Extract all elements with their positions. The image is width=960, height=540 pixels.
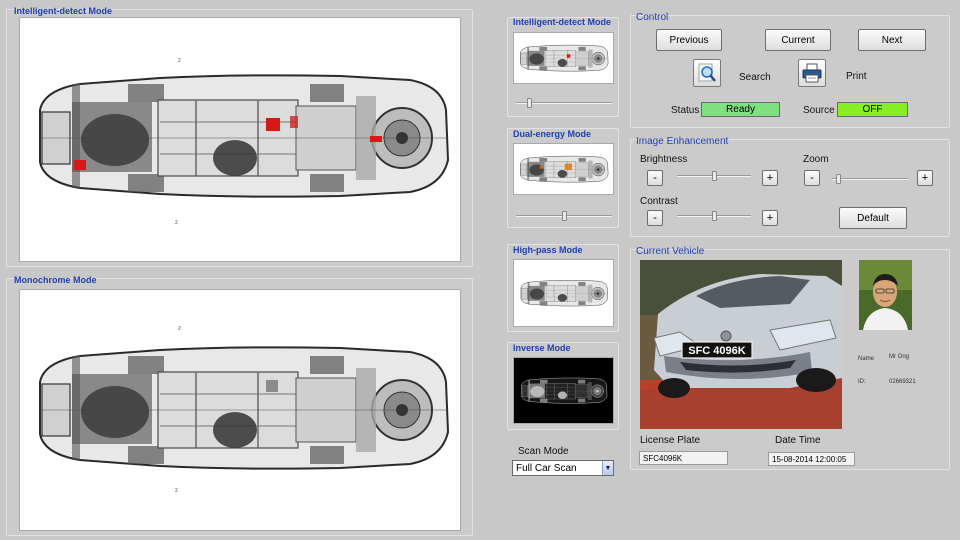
- chevron-down-icon[interactable]: ▼: [602, 461, 613, 475]
- svg-text:2: 2: [178, 58, 181, 64]
- previous-button[interactable]: Previous: [656, 29, 722, 51]
- next-button[interactable]: Next: [858, 29, 926, 51]
- brightness-decrease-button[interactable]: -: [647, 170, 663, 186]
- thumb-title: Dual-energy Mode: [513, 129, 592, 139]
- car-plate-text: SFC 4096K: [688, 345, 746, 357]
- license-plate-label: License Plate: [640, 435, 701, 446]
- current-button[interactable]: Current: [765, 29, 831, 51]
- date-time-label: Date Time: [775, 435, 821, 446]
- thumb-title: Intelligent-detect Mode: [513, 17, 612, 27]
- brightness-slider[interactable]: [677, 171, 751, 181]
- threat-marker: [290, 116, 298, 128]
- status-label: Status: [671, 105, 700, 116]
- svg-text:2: 2: [178, 326, 181, 332]
- brightness-increase-button[interactable]: +: [762, 170, 778, 186]
- source-badge: OFF: [837, 102, 908, 117]
- thumb-title: Inverse Mode: [513, 343, 571, 353]
- monochrome-main-panel: Monochrome Mode 2 2: [6, 275, 473, 536]
- thumb-dual-energy-group: Dual-energy Mode: [507, 128, 619, 228]
- contrast-label: Contrast: [640, 196, 678, 207]
- scan-mode-label: Scan Mode: [518, 446, 569, 457]
- zoom-increase-button[interactable]: +: [917, 170, 933, 186]
- date-time-field[interactable]: 15-08-2014 12:00:05: [768, 452, 855, 466]
- scan-mode-value: Full Car Scan: [516, 462, 577, 474]
- monochrome-xray-image[interactable]: 2 2: [19, 289, 461, 531]
- thumb-high-pass-image[interactable]: [513, 259, 614, 327]
- zoom-slider[interactable]: [832, 174, 908, 184]
- brightness-label: Brightness: [640, 154, 688, 165]
- print-label: Print: [846, 71, 867, 82]
- name-value: Mr Ong: [889, 354, 910, 360]
- id-value: 02669321: [889, 379, 916, 385]
- source-label: Source: [803, 105, 835, 116]
- zoom-decrease-button[interactable]: -: [804, 170, 820, 186]
- status-badge: Ready: [701, 102, 780, 117]
- intelligent-detect-main-panel: Intelligent-detect Mode 2 2: [6, 6, 473, 267]
- zoom-label: Zoom: [803, 154, 829, 165]
- thumb-inverse-group: Inverse Mode: [507, 342, 619, 430]
- group-title: Current Vehicle: [636, 246, 705, 257]
- thumb-inverse-image[interactable]: [513, 357, 614, 424]
- name-label: Name: [858, 356, 875, 362]
- contrast-decrease-button[interactable]: -: [647, 210, 663, 226]
- driver-photo[interactable]: [859, 260, 912, 330]
- image-enhancement-group: Image Enhancement Brightness - + Zoom - …: [630, 136, 950, 237]
- thumb-intelligent-slider[interactable]: [516, 98, 612, 108]
- thumb-intelligent-image[interactable]: [513, 32, 614, 84]
- search-icon[interactable]: [693, 59, 721, 87]
- control-group: Control Previous Current Next Search Pri…: [630, 12, 950, 128]
- thumb-high-pass-group: High-pass Mode: [507, 244, 619, 332]
- id-label: ID:: [858, 379, 866, 385]
- current-vehicle-group: Current Vehicle SFC 4096K Name Mr Ong ID…: [630, 246, 950, 470]
- group-title: Control: [636, 12, 669, 23]
- search-label: Search: [739, 72, 771, 83]
- thumb-intelligent-group: Intelligent-detect Mode: [507, 17, 619, 117]
- svg-text:2: 2: [175, 488, 178, 494]
- default-button[interactable]: Default: [839, 207, 907, 229]
- vehicle-photo[interactable]: SFC 4096K: [640, 260, 842, 429]
- contrast-slider[interactable]: [677, 211, 751, 221]
- thumb-title: High-pass Mode: [513, 245, 583, 255]
- panel-title: Intelligent-detect Mode: [14, 6, 113, 16]
- threat-marker: [74, 160, 86, 170]
- intelligent-detect-xray-image[interactable]: 2 2: [19, 17, 461, 262]
- license-plate-field[interactable]: SFC4096K: [639, 451, 728, 465]
- scan-mode-select[interactable]: Full Car Scan ▼: [512, 460, 614, 476]
- group-title: Image Enhancement: [636, 136, 729, 147]
- contrast-increase-button[interactable]: +: [762, 210, 778, 226]
- threat-marker: [370, 136, 382, 142]
- thumb-dual-energy-slider[interactable]: [516, 211, 612, 221]
- printer-icon[interactable]: [798, 59, 826, 87]
- svg-text:2: 2: [175, 220, 178, 226]
- panel-title: Monochrome Mode: [14, 275, 97, 285]
- threat-marker: [266, 118, 280, 131]
- thumb-dual-energy-image[interactable]: [513, 143, 614, 195]
